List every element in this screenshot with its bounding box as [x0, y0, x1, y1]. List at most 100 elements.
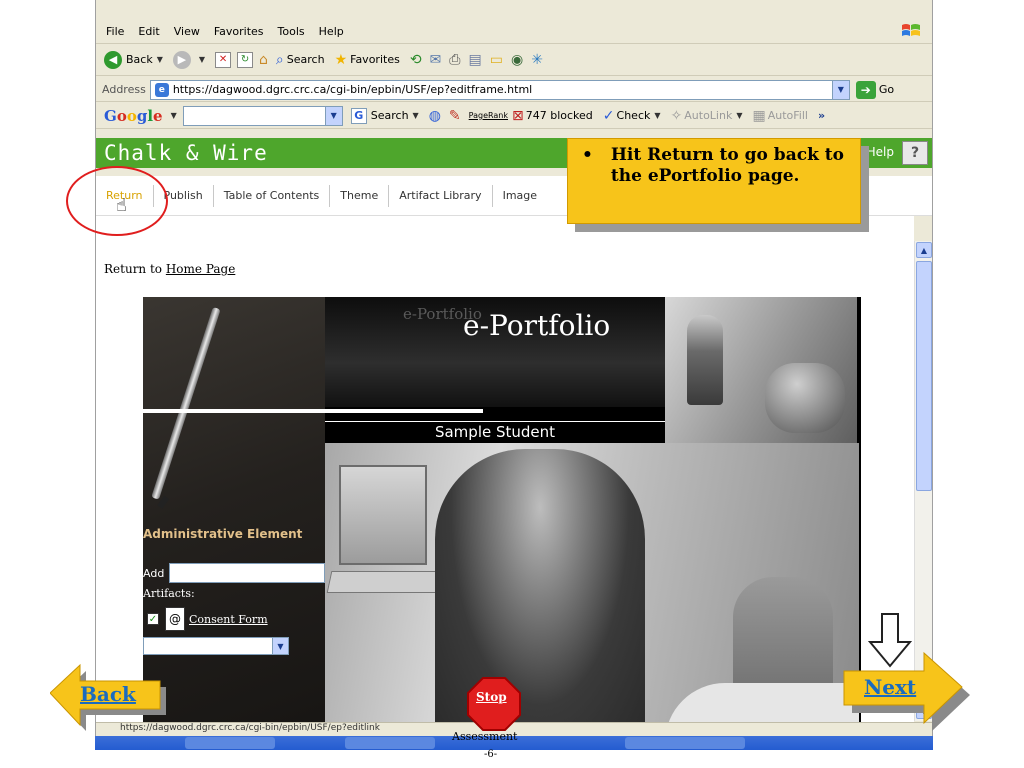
tab-theme[interactable]: Theme	[330, 184, 390, 207]
back-slide-button[interactable]: Back	[49, 655, 170, 735]
autolink-label: AutoLink	[684, 109, 733, 122]
back-arrow-icon: ◀	[104, 50, 122, 69]
chevron-down-icon[interactable]: ▼	[171, 111, 177, 120]
tab-image[interactable]: Image	[493, 185, 547, 207]
return-prefix: Return to	[104, 262, 163, 276]
autofill-button[interactable]: ▦ AutoFill	[753, 108, 808, 124]
consent-checkbox[interactable]: ✓	[147, 613, 159, 625]
print-icon[interactable]: ⎙	[449, 52, 460, 68]
next-slide-button[interactable]: Next	[842, 645, 972, 735]
folder-icon[interactable]: ▭	[490, 52, 503, 68]
pen-tip	[157, 495, 170, 509]
audience-figure	[765, 363, 845, 433]
windows-logo-icon	[902, 24, 920, 36]
add-input[interactable]	[169, 563, 325, 583]
taskbar-item[interactable]	[345, 737, 435, 749]
globe-icon[interactable]: ◍	[429, 108, 441, 124]
address-input[interactable]: e https://dagwood.dgrc.crc.ca/cgi-bin/ep…	[149, 79, 850, 100]
stop-sign-icon	[467, 677, 521, 731]
autolink-icon: ✧	[670, 107, 683, 124]
chevron-down-icon: ▼	[198, 55, 206, 64]
spell-check-button[interactable]: ✓ Check ▼	[603, 108, 661, 124]
search-button[interactable]: ⌕ Search	[276, 52, 325, 68]
star-icon: ★	[334, 51, 348, 68]
autolink-button[interactable]: ✧ AutoLink ▼	[671, 108, 743, 124]
scroll-up-icon[interactable]: ▲	[916, 242, 932, 258]
taskbar-item[interactable]	[185, 737, 275, 749]
menu-view[interactable]: View	[174, 25, 200, 38]
tab-table-of-contents[interactable]: Table of Contents	[214, 184, 331, 207]
google-search-button[interactable]: G Search ▼	[350, 107, 419, 124]
back-button-label: Back	[126, 53, 153, 66]
presenter-figure	[687, 315, 723, 405]
chevron-down-icon[interactable]: ▼	[831, 80, 849, 99]
back-button[interactable]: ◀ Back ▼	[104, 50, 163, 69]
autofill-icon: ▦	[752, 107, 766, 124]
consent-form-link[interactable]: Consent Form	[189, 613, 268, 626]
menu-edit[interactable]: Edit	[138, 25, 159, 38]
pagerank-label[interactable]: PageRank	[469, 111, 508, 120]
blocked-count: 747 blocked	[525, 109, 593, 122]
taskbar-item[interactable]	[625, 737, 745, 749]
page-icon: e	[154, 82, 169, 97]
menu-tools[interactable]: Tools	[278, 25, 305, 38]
menu-help[interactable]: Help	[319, 25, 344, 38]
artifacts-label: Artifacts:	[143, 587, 195, 600]
messenger-icon[interactable]: ◉	[511, 52, 523, 68]
popup-blocker[interactable]: ⊠ 747 blocked	[512, 108, 593, 124]
portfolio-title: e-Portfolio	[463, 309, 611, 342]
google-toolbar: Google ▼ ▼ G Search ▼ ◍ ✎ PageRank ⊠ 747…	[96, 103, 932, 129]
title-banner: e-Portfolio e-Portfolio	[325, 297, 665, 407]
menu-file[interactable]: File	[106, 25, 124, 38]
favorites-button[interactable]: ★ Favorites	[335, 52, 400, 68]
footer-title: Assessment	[452, 730, 518, 743]
pen-panel: Administrative Element Add Artifacts: ✓ …	[143, 297, 325, 740]
toolbar-overflow-button[interactable]: »	[818, 109, 825, 122]
refresh-icon[interactable]: ↻	[237, 51, 254, 68]
check-label: Check	[616, 109, 651, 122]
google-g-icon: G	[350, 107, 367, 124]
search-button-label: Search	[286, 53, 325, 66]
stop-icon[interactable]: ✕	[215, 51, 232, 68]
address-bar: Address e https://dagwood.dgrc.crc.ca/cg…	[96, 78, 932, 102]
chevron-down-icon[interactable]: ▼	[324, 106, 342, 125]
go-button-label: Go	[878, 83, 895, 96]
news-icon[interactable]: ✎	[449, 108, 461, 124]
document-icon: @	[165, 607, 185, 631]
menu-favorites[interactable]: Favorites	[214, 25, 264, 38]
student-name: Sample Student	[325, 421, 665, 441]
google-logo[interactable]: Google	[104, 107, 163, 125]
help-link[interactable]: Help	[867, 145, 894, 159]
history-icon[interactable]: ⟲	[410, 52, 422, 68]
forward-button[interactable]: ▶ ▼	[172, 50, 206, 69]
banner-rule	[143, 409, 483, 413]
home-page-link[interactable]: Home Page	[166, 262, 235, 276]
autofill-label: AutoFill	[767, 109, 808, 122]
scroll-thumb[interactable]	[916, 261, 932, 491]
standard-toolbar: ◀ Back ▼ ▶ ▼ ✕ ↻ ⌂ ⌕ Search ★ Favorites …	[96, 44, 932, 76]
edit-icon[interactable]: ▤	[469, 52, 482, 68]
office-photo	[325, 443, 859, 740]
footer-page-number: -6-	[484, 749, 498, 760]
artifact-select[interactable]: ▼	[143, 637, 289, 655]
classroom-photo	[665, 297, 857, 443]
consent-form-row: ✓ @ Consent Form	[147, 607, 268, 631]
callout-bullet: •	[582, 145, 593, 165]
help-icon[interactable]: ?	[902, 141, 928, 165]
address-url: https://dagwood.dgrc.crc.ca/cgi-bin/epbi…	[172, 83, 533, 96]
tab-artifact-library[interactable]: Artifact Library	[389, 184, 493, 207]
admin-heading: Administrative Element	[143, 527, 303, 541]
next-slide-label: Next	[864, 675, 917, 699]
chevron-down-icon[interactable]: ▼	[272, 638, 288, 654]
favorites-button-label: Favorites	[350, 53, 400, 66]
return-line: Return to Home Page	[104, 262, 235, 276]
back-slide-label: Back	[80, 682, 136, 706]
chevron-down-icon: ▼	[654, 111, 661, 120]
research-icon[interactable]: ✳	[531, 52, 543, 68]
go-button[interactable]: ➔ Go	[855, 80, 895, 99]
home-icon[interactable]: ⌂	[259, 52, 268, 68]
popup-blocked-icon: ⊠	[512, 107, 524, 124]
mail-icon[interactable]: ✉	[430, 52, 442, 68]
google-search-input[interactable]: ▼	[182, 105, 343, 126]
google-search-label: Search	[370, 109, 409, 122]
